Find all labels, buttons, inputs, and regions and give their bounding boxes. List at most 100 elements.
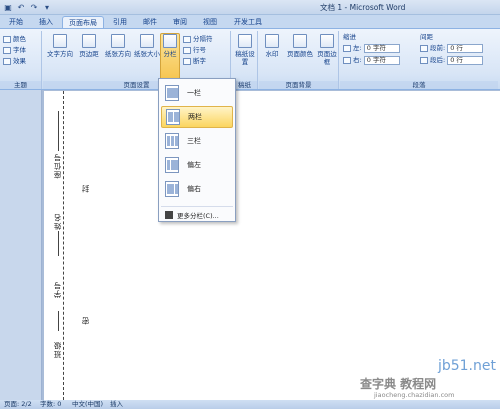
page-color-label: 页面颜色 (287, 50, 313, 58)
tab-home[interactable]: 开始 (4, 16, 28, 28)
orientation-label: 纸张方向 (105, 50, 131, 58)
effects-icon (3, 58, 11, 65)
orientation-button[interactable]: 纸张方向 (103, 34, 133, 58)
column-preview-block (167, 160, 170, 170)
more-columns-icon (165, 211, 173, 219)
page-borders-button[interactable]: 页面边框 (316, 34, 338, 66)
spacing-before-icon (420, 45, 428, 52)
seal-label-feng: 封 (81, 184, 90, 193)
tab-mailings[interactable]: 邮件 (140, 16, 160, 28)
paragraph-group-label: 段落 (340, 81, 498, 89)
title-bar: ▣ ↶ ↷ ▾ 文档 1 - Microsoft Word (0, 0, 500, 15)
watermark-brand: 查字典 教程网 (360, 377, 437, 391)
seal-label-mi: 密 (81, 316, 90, 325)
theme-effects-button[interactable]: 效果 (3, 57, 26, 66)
columns-option-right[interactable]: 偏右 (161, 178, 233, 200)
column-preview-block (171, 136, 174, 146)
fonts-icon (3, 47, 11, 54)
left-column-icon (165, 157, 179, 173)
columns-option-three[interactable]: 三栏 (161, 130, 233, 152)
colors-icon (3, 36, 11, 43)
page-indicator[interactable]: 页面: 2/2 (4, 400, 32, 409)
hyphenation-label: 断字 (193, 57, 206, 65)
text-direction-label: 文字方向 (47, 50, 73, 58)
tab-review[interactable]: 审阅 (170, 16, 190, 28)
column-preview-block (167, 88, 178, 98)
language-indicator[interactable]: 中文(中国) (72, 400, 103, 409)
menu-separator (161, 206, 233, 207)
ribbon: 颜色 字体 效果 主题 文字方向 页边距 纸张方向 纸张大小 分栏 分隔符 行号… (0, 28, 500, 90)
tab-view[interactable]: 视图 (200, 16, 220, 28)
orientation-icon (111, 34, 125, 48)
indent-right-row: 右: 0 字符 (343, 56, 400, 65)
spacing-before-label: 段前: (430, 44, 446, 52)
three-columns-icon (165, 133, 179, 149)
theme-fonts-label: 字体 (13, 46, 26, 54)
undo-icon[interactable]: ↶ (16, 3, 26, 13)
ribbon-tabs: 开始 插入 页面布局 引用 邮件 审阅 视图 开发工具 (0, 15, 500, 28)
indent-left-icon (343, 45, 351, 52)
student-id-label: 学号 (53, 281, 62, 298)
text-direction-icon (53, 34, 67, 48)
watermark-button[interactable]: 水印 (261, 34, 283, 58)
indent-left-input[interactable]: 0 字符 (363, 44, 400, 53)
margins-button[interactable]: 页边距 (76, 34, 102, 58)
quick-access-toolbar: ▣ ↶ ↷ ▾ (3, 2, 52, 13)
theme-colors-label: 颜色 (13, 35, 26, 43)
column-preview-block (175, 136, 178, 146)
page-size-icon (140, 34, 154, 48)
student-id-line (58, 311, 59, 331)
spacing-after-row: 段后: 0 行 (420, 56, 484, 65)
tab-references[interactable]: 引用 (110, 16, 130, 28)
document-page[interactable]: 座位号 封 姓名 学号 密 班级 (44, 91, 500, 400)
page-color-icon (293, 34, 307, 48)
more-columns-label: 更多分栏(C)... (177, 212, 219, 220)
indent-right-label: 右: (353, 56, 362, 64)
line-numbers-button[interactable]: 行号 (183, 46, 206, 55)
paragraph-group: 缩进 左: 0 字符 右: 0 字符 间距 段前: 0 行 段后: 0 行 段落 (340, 31, 498, 89)
columns-option-two[interactable]: 两栏 (161, 106, 233, 128)
watermark-url: jiaocheng.chazidian.com (374, 391, 455, 399)
redo-icon[interactable]: ↷ (29, 3, 39, 13)
text-direction-button[interactable]: 文字方向 (45, 34, 75, 58)
spacing-before-input[interactable]: 0 行 (447, 44, 484, 53)
tab-page-layout[interactable]: 页面布局 (62, 16, 104, 28)
line-numbers-icon (183, 47, 191, 54)
theme-fonts-button[interactable]: 字体 (3, 46, 26, 55)
hyphenation-button[interactable]: 断字 (183, 57, 206, 66)
column-preview-block (174, 112, 179, 122)
spacing-after-input[interactable]: 0 行 (447, 56, 484, 65)
columns-option-label: 一栏 (187, 89, 201, 97)
indent-right-input[interactable]: 0 字符 (363, 56, 400, 65)
columns-dropdown-menu: 一栏 两栏 三栏 偏左 偏右 更多分栏(C)... (158, 78, 236, 222)
columns-option-label: 偏右 (187, 185, 201, 193)
tab-insert[interactable]: 插入 (34, 16, 58, 28)
columns-option-label: 三栏 (187, 137, 201, 145)
size-button[interactable]: 纸张大小 (132, 34, 162, 58)
breaks-button[interactable]: 分隔符 (183, 35, 213, 44)
column-preview-block (175, 184, 178, 194)
right-column-icon (165, 181, 179, 197)
window-title: 文档 1 - Microsoft Word (320, 3, 406, 12)
draft-settings-button[interactable]: 稿纸设置 (233, 34, 257, 66)
page-borders-icon (320, 34, 334, 48)
save-icon[interactable]: ▣ (3, 3, 13, 13)
tab-developer[interactable]: 开发工具 (230, 16, 266, 28)
spacing-after-label: 段后: (430, 56, 446, 64)
margins-label: 页边距 (79, 50, 99, 58)
columns-button[interactable]: 分栏 (160, 33, 180, 81)
page-color-button[interactable]: 页面颜色 (284, 34, 316, 58)
draft-paper-icon (238, 34, 252, 48)
column-preview-block (168, 112, 173, 122)
more-columns-option[interactable]: 更多分栏(C)... (161, 209, 233, 221)
customize-icon[interactable]: ▾ (42, 3, 52, 13)
columns-option-left[interactable]: 偏左 (161, 154, 233, 176)
theme-group: 颜色 字体 效果 主题 (0, 31, 42, 89)
columns-option-one[interactable]: 一栏 (161, 82, 233, 104)
seat-number-line (58, 111, 59, 151)
theme-colors-button[interactable]: 颜色 (3, 35, 26, 44)
line-numbers-label: 行号 (193, 46, 206, 54)
insert-mode-indicator[interactable]: 插入 (110, 400, 123, 409)
columns-label: 分栏 (163, 50, 177, 58)
word-count[interactable]: 字数: 0 (40, 400, 61, 409)
